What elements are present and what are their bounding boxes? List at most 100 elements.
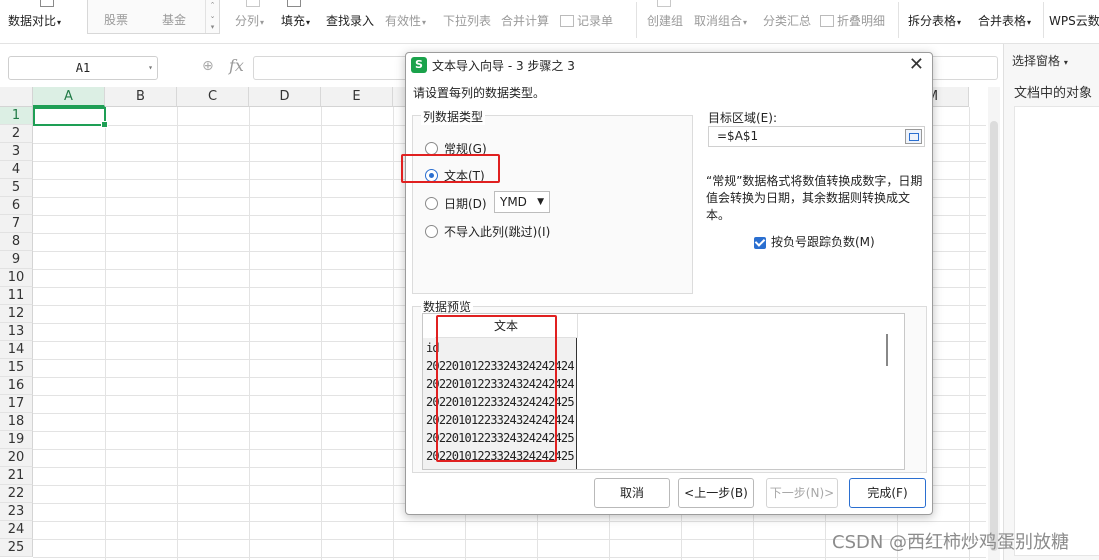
vertical-scrollbar[interactable] (988, 87, 1000, 560)
radio-text[interactable]: 文本(T) (425, 167, 485, 185)
radio-general[interactable]: 常规(G) (425, 140, 487, 158)
row-header[interactable]: 14 (0, 341, 33, 359)
row-header[interactable]: 24 (0, 521, 33, 539)
data-preview[interactable]: 文本 id 20220101223324324242424 202201012233… (422, 313, 905, 470)
record-sheet-icon (560, 15, 574, 27)
ungroup-button[interactable]: 取消组合▾ (694, 12, 747, 29)
text-import-wizard-dialog: S 文本导入向导 - 3 步骤之 3 ✕ 请设置每列的数据类型。 列数据类型 常… (401, 52, 933, 515)
grid-line (249, 107, 250, 560)
preview-empty-header (577, 314, 904, 338)
row-header[interactable]: 25 (0, 539, 33, 557)
object-list[interactable] (1014, 106, 1099, 556)
gallery-scroll[interactable]: ⌃ ⌄ ▾ (205, 0, 219, 33)
wps-cloud-button[interactable]: WPS云数 (1049, 12, 1099, 29)
column-type-group: 列数据类型 常规(G) 文本(T) 日期(D) 不导入此列(跳过)(I) (412, 108, 693, 294)
row-header[interactable]: 11 (0, 287, 33, 305)
row-header[interactable]: 21 (0, 467, 33, 485)
column-header[interactable]: A (33, 87, 105, 107)
row-header[interactable]: 6 (0, 197, 33, 215)
row-header[interactable]: 13 (0, 323, 33, 341)
name-box[interactable]: A1 ▾ (8, 56, 158, 80)
dialog-prompt: 请设置每列的数据类型。 (413, 86, 546, 100)
row-header[interactable]: 22 (0, 485, 33, 503)
selection-pane-title[interactable]: 选择窗格 ▾ (1012, 52, 1068, 69)
create-group-button[interactable]: 创建组 (647, 12, 683, 29)
row-header[interactable]: 18 (0, 413, 33, 431)
back-button[interactable]: <上一步(B) (678, 478, 754, 508)
watermark: CSDN @西红柿炒鸡蛋别放糖 (832, 532, 1070, 553)
range-picker-icon[interactable] (905, 129, 922, 144)
row-header[interactable]: 17 (0, 395, 33, 413)
row-header[interactable]: 12 (0, 305, 33, 323)
select-all-corner[interactable] (0, 87, 33, 107)
close-icon[interactable]: ✕ (909, 54, 924, 75)
collapse-detail-button[interactable]: 折叠明细 (820, 12, 885, 29)
record-sheet-button[interactable]: 记录单 (560, 12, 613, 29)
column-header[interactable]: D (249, 87, 321, 107)
subtotal-button[interactable]: 分类汇总 (763, 12, 811, 29)
active-cell[interactable] (33, 107, 108, 128)
validity-button[interactable]: 有效性▾ (385, 12, 426, 29)
fill-button[interactable]: 填充▾ (281, 12, 310, 29)
row-header[interactable]: 16 (0, 377, 33, 395)
row-header[interactable]: 1 (0, 107, 33, 125)
preview-column-header[interactable]: 文本 (435, 314, 577, 338)
row-header[interactable]: 2 (0, 125, 33, 143)
cancel-button[interactable]: 取消 (594, 478, 670, 508)
radio-indicator (425, 169, 438, 182)
scroll-thumb[interactable] (990, 121, 998, 551)
split-icon (246, 0, 260, 7)
dialog-title: 文本导入向导 - 3 步骤之 3 (432, 59, 575, 73)
grid-line (33, 521, 986, 522)
preview-row: 20220101223324324242424 (426, 377, 575, 391)
date-format-select[interactable]: YMD ▼ (494, 191, 550, 213)
merge-table-button[interactable]: 合并表格▾ (978, 12, 1031, 29)
row-header[interactable]: 3 (0, 143, 33, 161)
row-header[interactable]: 8 (0, 233, 33, 251)
checkbox-checked-icon (754, 236, 766, 249)
row-header[interactable]: 19 (0, 431, 33, 449)
fill-icon (287, 0, 301, 7)
stock-button[interactable]: 股票 (104, 11, 128, 28)
grid-line (393, 107, 394, 560)
row-header[interactable]: 7 (0, 215, 33, 233)
row-header[interactable]: 9 (0, 251, 33, 269)
zoom-icon[interactable]: ⊕ (202, 58, 214, 74)
function-icon[interactable]: fx (229, 56, 244, 75)
next-button[interactable]: 下一步(N)> (766, 478, 838, 508)
grid-line (177, 107, 178, 560)
wps-logo-icon: S (411, 57, 427, 73)
find-entry-button[interactable]: 查找录入 (326, 12, 374, 29)
radio-date[interactable]: 日期(D) (425, 195, 487, 213)
stock-fund-gallery: 股票 基金 ⌃ ⌄ ▾ (87, 0, 220, 34)
split-button[interactable]: 分列▾ (235, 12, 264, 29)
column-header[interactable]: B (105, 87, 177, 107)
row-header[interactable]: 4 (0, 161, 33, 179)
fund-button[interactable]: 基金 (162, 11, 186, 28)
finish-button[interactable]: 完成(F) (849, 478, 926, 508)
preview-scrollbar[interactable] (886, 334, 888, 366)
radio-indicator (425, 225, 438, 238)
dropdown-list-button[interactable]: 下拉列表 (443, 12, 491, 29)
grid-line (33, 557, 986, 558)
data-preview-group: 数据预览 文本 id 20220101223324324242424 2022010… (412, 298, 927, 473)
negative-sign-checkbox[interactable]: 按负号跟踪负数(M) (754, 233, 875, 250)
consolidate-button[interactable]: 合并计算 (501, 12, 549, 29)
compare-button[interactable]: 数据对比▾ (8, 12, 61, 29)
grid-line (969, 107, 970, 560)
preview-row: 20220101223324324242425 (426, 395, 575, 409)
row-header[interactable]: 5 (0, 179, 33, 197)
ribbon-toolbar: 数据对比▾ 股票 基金 ⌃ ⌄ ▾ 分列▾ 填充▾ 查找录入 有效性▾ 下拉列表 合… (0, 0, 1099, 44)
radio-indicator (425, 142, 438, 155)
radio-skip[interactable]: 不导入此列(跳过)(I) (425, 223, 550, 241)
row-header[interactable]: 20 (0, 449, 33, 467)
target-area-input[interactable]: =$A$1 (708, 126, 925, 147)
column-header[interactable]: E (321, 87, 393, 107)
column-header[interactable]: C (177, 87, 249, 107)
column-type-label: 列数据类型 (421, 108, 486, 125)
row-header[interactable]: 10 (0, 269, 33, 287)
split-table-button[interactable]: 拆分表格▾ (908, 12, 961, 29)
row-header[interactable]: 23 (0, 503, 33, 521)
preview-row: 20220101223324324242424 (426, 359, 575, 373)
row-header[interactable]: 15 (0, 359, 33, 377)
